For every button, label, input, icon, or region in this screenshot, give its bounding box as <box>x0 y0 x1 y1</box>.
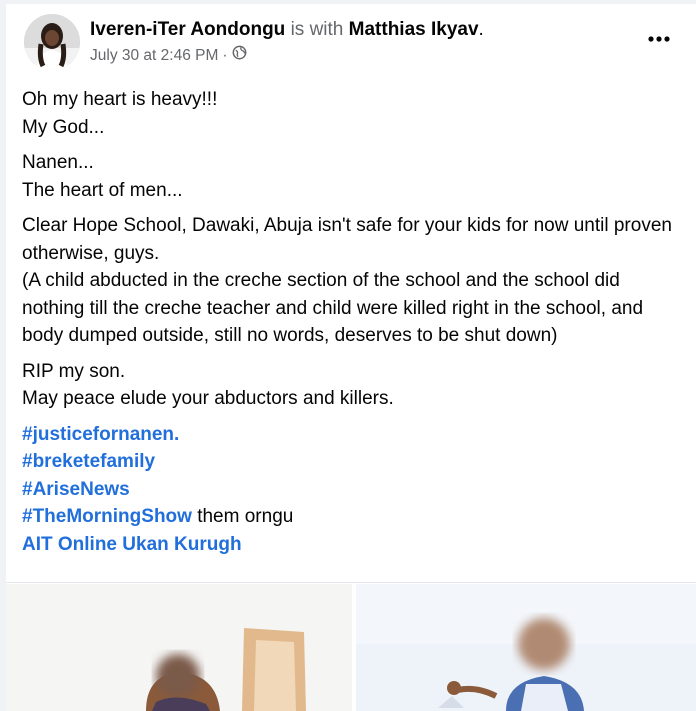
globe-icon[interactable] <box>232 45 247 67</box>
paragraph: Oh my heart is heavy!!! My God... <box>22 86 682 141</box>
text-line: The heart of men... <box>22 179 183 201</box>
divider <box>6 582 696 583</box>
with-text: is with <box>290 19 344 40</box>
text-line: My God... <box>22 116 105 138</box>
text-line: Clear Hope School, Dawaki, Abuja isn't s… <box>22 215 672 264</box>
tagged-name[interactable]: Matthias Ikyav <box>349 19 479 40</box>
more-options-icon <box>648 36 670 42</box>
hashtag-trailing-text: them orngu <box>191 506 294 527</box>
hashtag-link[interactable]: #breketefamily <box>22 451 155 472</box>
text-line: RIP my son. <box>22 360 126 382</box>
post-photo[interactable] <box>6 584 352 711</box>
text-line: Oh my heart is heavy!!! <box>22 89 218 110</box>
author-name[interactable]: Iveren-iTer Aondongu <box>90 19 285 40</box>
paragraph: Nanen... The heart of men... <box>22 149 682 204</box>
text-line: Nanen... <box>22 152 94 173</box>
paragraph: RIP my son. May peace elude your abducto… <box>22 358 682 413</box>
hashtag-link[interactable]: #TheMorningShow <box>22 506 192 527</box>
text-line: (A child abducted in the creche section … <box>22 270 644 346</box>
post-card: Iveren-iTer Aondongu is with Matthias Ik… <box>6 4 696 711</box>
photo-grid <box>6 584 696 711</box>
author-avatar[interactable] <box>24 14 80 70</box>
post-body: Oh my heart is heavy!!! My God... Nanen.… <box>22 86 682 566</box>
post-meta: July 30 at 2:46 PM · <box>90 45 247 67</box>
period: . <box>478 19 484 40</box>
post-photo[interactable] <box>356 584 696 711</box>
hashtag-link[interactable]: #AriseNews <box>22 479 130 500</box>
post-timestamp[interactable]: July 30 at 2:46 PM <box>90 45 218 67</box>
more-options-button[interactable] <box>642 26 676 52</box>
text-line: May peace elude your abductors and kille… <box>22 388 394 409</box>
meta-separator: · <box>222 47 228 64</box>
hashtags-block: #justicefornanen. #breketefamily #AriseN… <box>22 421 682 559</box>
photo-image <box>356 584 696 711</box>
author-line: Iveren-iTer Aondongu is with Matthias Ik… <box>90 18 484 42</box>
page-mention-link[interactable]: AIT Online Ukan Kurugh <box>22 534 242 555</box>
photo-image <box>6 584 352 711</box>
avatar-image <box>24 14 80 70</box>
paragraph: Clear Hope School, Dawaki, Abuja isn't s… <box>22 212 682 350</box>
hashtag-link[interactable]: #justicefornanen. <box>22 424 179 445</box>
post-header: Iveren-iTer Aondongu is with Matthias Ik… <box>6 4 696 84</box>
